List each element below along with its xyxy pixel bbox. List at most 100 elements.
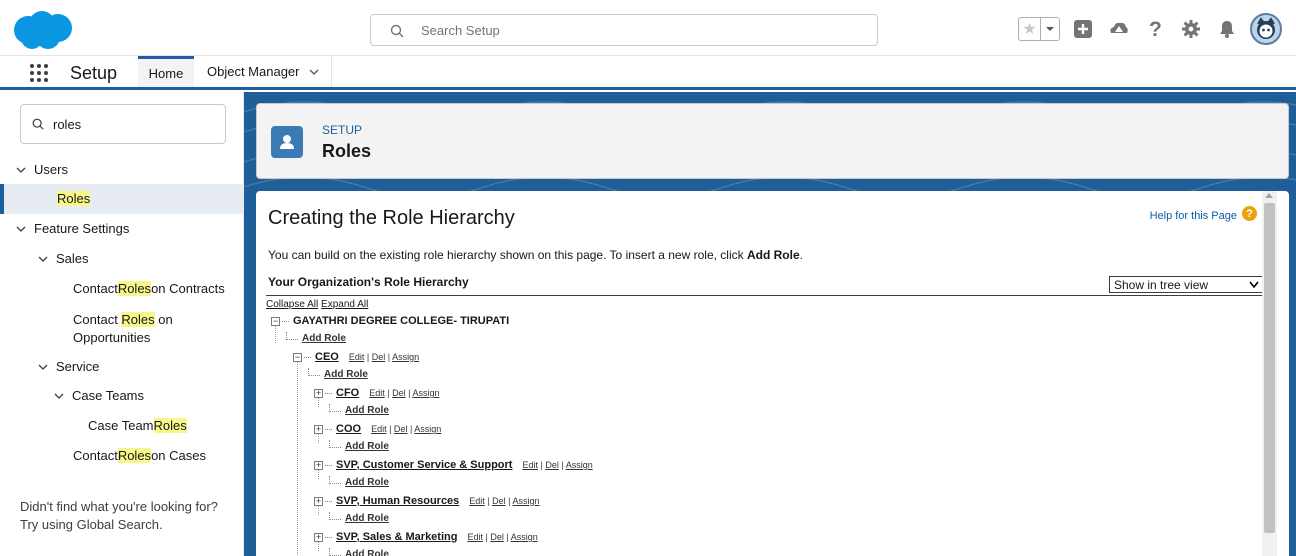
- role-actions: Edit | Del | Assign: [371, 424, 442, 434]
- edit-link[interactable]: Edit: [522, 460, 538, 470]
- app-launcher-icon[interactable]: [28, 63, 50, 83]
- collapse-all-link[interactable]: Collapse All: [266, 299, 318, 310]
- tab-home[interactable]: Home: [138, 56, 194, 87]
- sidebar-item-contact-roles-opportunities[interactable]: Contact Roles on Opportunities: [73, 311, 173, 347]
- sidebar-item-case-team-roles[interactable]: Case Team Roles: [88, 418, 187, 433]
- role-name-link[interactable]: CEO: [315, 351, 339, 363]
- help-question-icon[interactable]: ?: [1242, 206, 1257, 221]
- expand-toggle-icon[interactable]: +: [314, 460, 323, 470]
- scroll-thumb[interactable]: [1264, 203, 1275, 533]
- add-role-link[interactable]: Add Role: [329, 403, 389, 416]
- quick-find-value: roles: [53, 117, 82, 132]
- tree-connector: [282, 320, 289, 322]
- user-avatar[interactable]: [1250, 13, 1282, 45]
- intro-pre: You can build on the existing role hiera…: [268, 248, 747, 262]
- assign-link[interactable]: Assign: [511, 532, 538, 542]
- role-name-link[interactable]: SVP, Sales & Marketing: [336, 531, 457, 543]
- role-name-link[interactable]: SVP, Customer Service & Support: [336, 459, 512, 471]
- add-role-link[interactable]: Add Role: [329, 439, 389, 452]
- add-role-link[interactable]: Add Role: [329, 547, 389, 556]
- add-role-label: Add Role: [324, 369, 368, 380]
- chevron-down-icon[interactable]: [308, 66, 320, 78]
- search-placeholder: Search Setup: [421, 23, 500, 38]
- add-role-label: Add Role: [345, 441, 389, 452]
- tree-node-ceo: − CEO Edit | Del | Assign: [293, 351, 419, 363]
- tab-home-label: Home: [148, 65, 184, 81]
- help-icon[interactable]: ?: [1142, 16, 1168, 42]
- assign-link[interactable]: Assign: [414, 424, 441, 434]
- add-role-label: Add Role: [345, 477, 389, 488]
- sidebar-item-feature-settings-label: Feature Settings: [34, 221, 130, 236]
- expand-toggle-icon[interactable]: +: [314, 388, 323, 398]
- hierarchy-label: Your Organization's Role Hierarchy: [268, 275, 469, 289]
- edit-link[interactable]: Edit: [349, 352, 365, 362]
- expand-all-link[interactable]: Expand All: [321, 299, 368, 310]
- sidebar-item-roles[interactable]: Roles: [0, 184, 244, 214]
- del-link[interactable]: Del: [392, 388, 406, 398]
- edit-link[interactable]: Edit: [467, 532, 483, 542]
- sidebar-item-users[interactable]: Users: [14, 162, 68, 177]
- sidebar-item-service[interactable]: Service: [36, 359, 99, 374]
- scroll-up-arrow-icon[interactable]: [1265, 193, 1273, 198]
- role-name-link[interactable]: COO: [336, 423, 361, 435]
- add-role-label: Add Role: [345, 405, 389, 416]
- sidebar-item-feature-settings[interactable]: Feature Settings: [14, 221, 129, 236]
- org-name: GAYATHRI DEGREE COLLEGE- TIRUPATI: [293, 315, 510, 327]
- collapse-toggle-icon[interactable]: −: [271, 316, 280, 326]
- global-create-icon[interactable]: [1070, 16, 1096, 42]
- add-role-link[interactable]: Add Role: [329, 511, 389, 524]
- expand-toggle-icon[interactable]: +: [314, 532, 323, 542]
- assign-link[interactable]: Assign: [412, 388, 439, 398]
- add-role-link[interactable]: Add Role: [308, 367, 368, 380]
- label-pre: Case Team: [88, 418, 154, 433]
- global-header: Search Setup ★ ?: [0, 0, 1296, 56]
- trailhead-icon[interactable]: [1106, 16, 1132, 42]
- label-highlight: Roles: [117, 281, 152, 296]
- role-name-link[interactable]: CFO: [336, 387, 359, 399]
- bell-icon[interactable]: [1214, 16, 1240, 42]
- chevron-down-icon: [38, 364, 48, 370]
- del-link[interactable]: Del: [545, 460, 559, 470]
- del-link[interactable]: Del: [490, 532, 504, 542]
- del-link[interactable]: Del: [492, 496, 506, 506]
- sidebar-item-contact-roles-contracts[interactable]: Contact Roles on Contracts: [73, 281, 225, 296]
- quick-find-input[interactable]: roles: [20, 104, 226, 144]
- favorites-dropdown-icon[interactable]: [1041, 18, 1059, 40]
- expand-toggle-icon[interactable]: +: [314, 424, 323, 434]
- view-mode-select[interactable]: Show in tree view: [1109, 276, 1264, 293]
- tree-node-svp-customer-service: + SVP, Customer Service & Support Edit |…: [314, 459, 593, 471]
- sidebar-item-sales[interactable]: Sales: [36, 251, 89, 266]
- tab-object-manager[interactable]: Object Manager: [200, 56, 332, 87]
- collapse-toggle-icon[interactable]: −: [293, 352, 302, 362]
- assign-link[interactable]: Assign: [566, 460, 593, 470]
- assign-link[interactable]: Assign: [513, 496, 540, 506]
- help-for-this-page-link[interactable]: Help for this Page: [1150, 210, 1237, 222]
- intro-text: You can build on the existing role hiera…: [268, 248, 803, 262]
- add-role-link[interactable]: Add Role: [329, 475, 389, 488]
- assign-link[interactable]: Assign: [392, 352, 419, 362]
- breadcrumb[interactable]: SETUP: [322, 123, 362, 137]
- label-pre: Contact: [73, 312, 122, 327]
- content-scrollbar[interactable]: [1262, 191, 1277, 556]
- favorites-star-icon[interactable]: ★: [1019, 18, 1041, 40]
- edit-link[interactable]: Edit: [371, 424, 387, 434]
- add-role-link[interactable]: Add Role: [286, 331, 346, 344]
- tree-node-cfo: + CFO Edit | Del | Assign: [314, 387, 439, 399]
- del-link[interactable]: Del: [372, 352, 386, 362]
- edit-link[interactable]: Edit: [369, 388, 385, 398]
- label-pre: Contact: [73, 448, 118, 463]
- gear-icon[interactable]: [1178, 16, 1204, 42]
- sidebar-item-case-teams[interactable]: Case Teams: [52, 388, 144, 403]
- expand-toggle-icon[interactable]: +: [314, 496, 323, 506]
- role-name-link[interactable]: SVP, Human Resources: [336, 495, 459, 507]
- label-highlight: Roles: [153, 418, 187, 433]
- salesforce-logo[interactable]: [10, 10, 76, 50]
- sidebar-item-contact-roles-cases[interactable]: Contact Roles on Cases: [73, 448, 206, 463]
- tree-connector: [325, 428, 332, 430]
- global-search-input[interactable]: Search Setup: [370, 14, 878, 46]
- sidebar-footer-text: Didn't find what you're looking for? Try…: [20, 499, 218, 532]
- content-title: Creating the Role Hierarchy: [268, 207, 515, 229]
- del-link[interactable]: Del: [394, 424, 408, 434]
- edit-link[interactable]: Edit: [469, 496, 485, 506]
- tree-connector: [329, 547, 341, 556]
